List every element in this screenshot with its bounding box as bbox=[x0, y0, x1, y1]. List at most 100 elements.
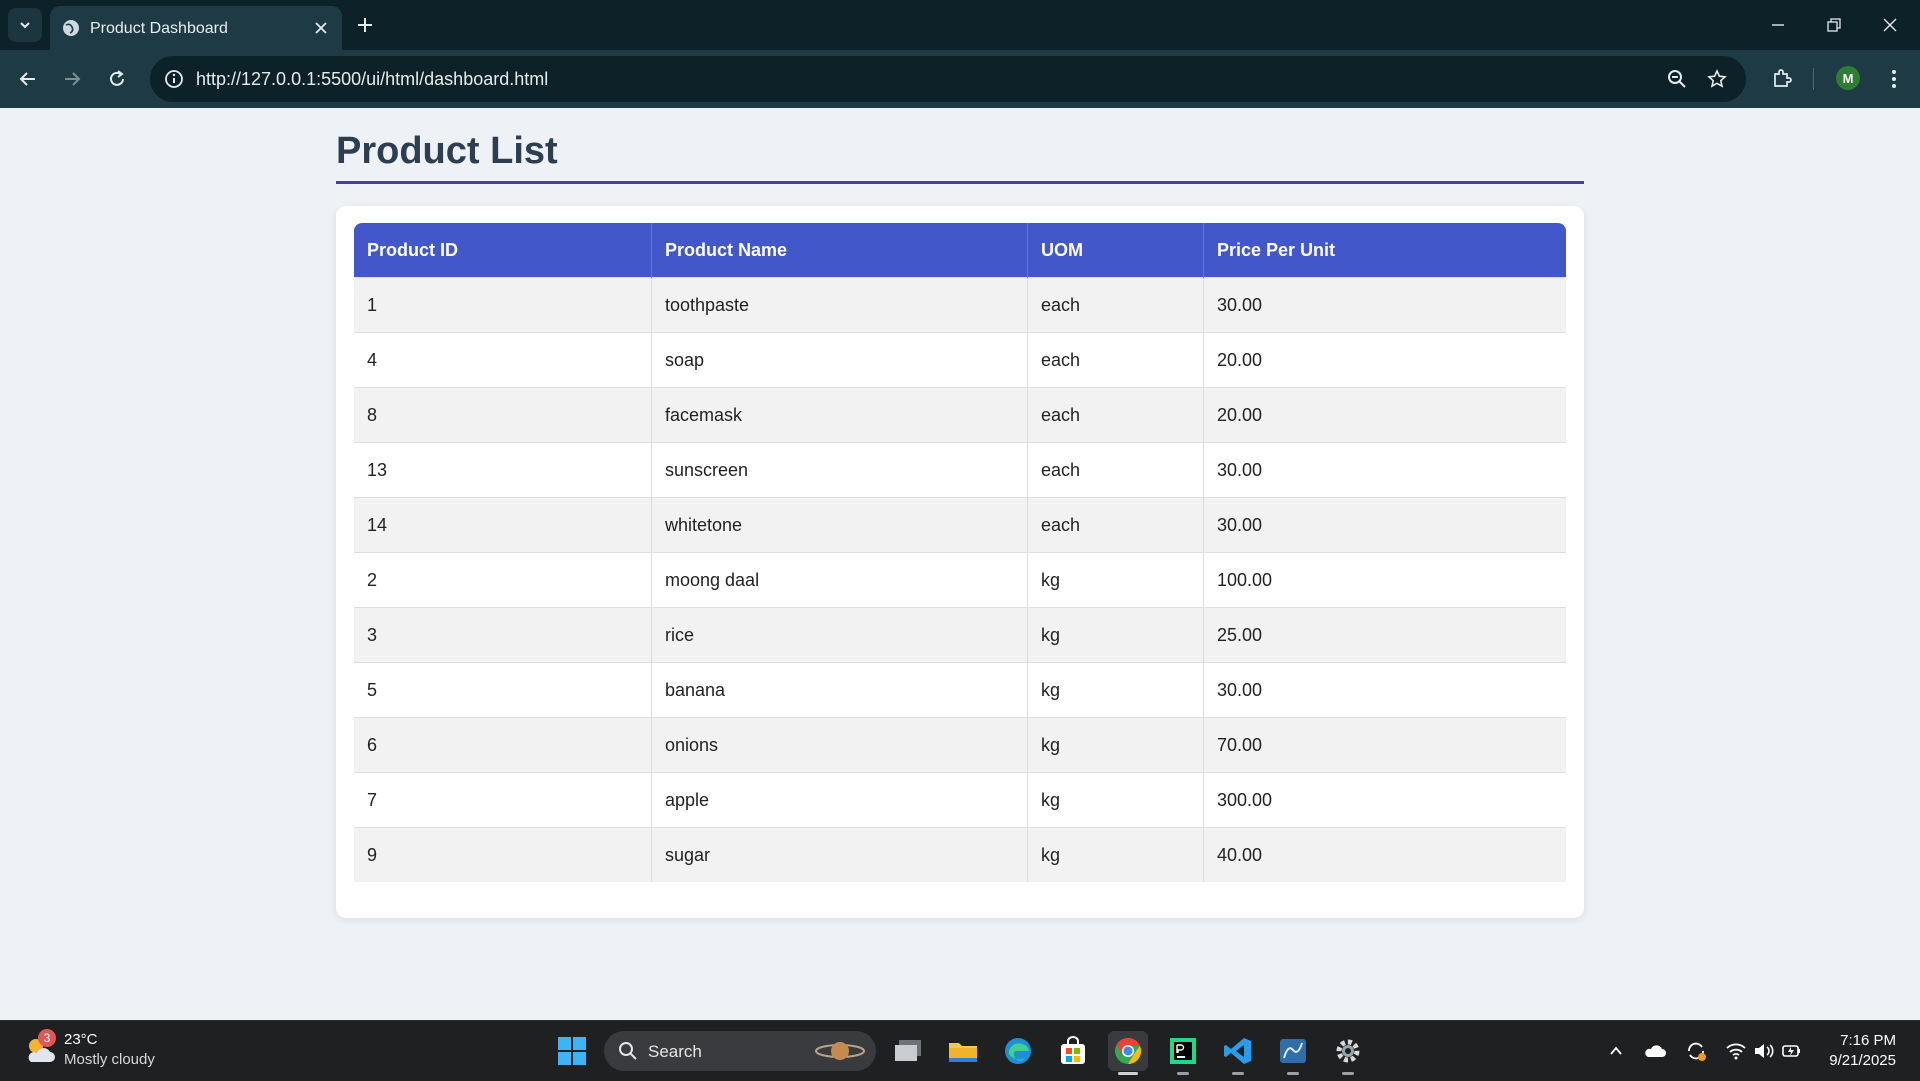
profile-avatar[interactable]: M bbox=[1836, 66, 1860, 90]
tab-title: Product Dashboard bbox=[90, 20, 228, 37]
table-row: 13 sunscreen each 30.00 bbox=[354, 442, 1566, 498]
cell-product-id: 4 bbox=[354, 332, 652, 388]
sync-icon bbox=[1688, 1042, 1706, 1061]
close-window-button[interactable] bbox=[1872, 10, 1908, 40]
browser-toolbar: http://127.0.0.1:5500/ui/html/dashboard.… bbox=[0, 50, 1920, 108]
table-row: 1 toothpaste each 30.00 bbox=[354, 277, 1566, 333]
cell-product-id: 3 bbox=[354, 607, 652, 663]
start-button[interactable] bbox=[552, 1031, 592, 1071]
pycharm-icon bbox=[1170, 1038, 1196, 1064]
saturn-icon bbox=[815, 1042, 865, 1060]
weather-temperature: 23°C bbox=[64, 1031, 98, 1048]
forward-button[interactable] bbox=[56, 63, 88, 95]
restore-icon bbox=[1827, 18, 1841, 32]
back-button[interactable] bbox=[12, 63, 44, 95]
browser-tab-bar: Product Dashboard bbox=[0, 0, 1920, 50]
pycharm-button[interactable] bbox=[1163, 1031, 1203, 1075]
onedrive-button[interactable] bbox=[1643, 1039, 1667, 1063]
tab-close-button[interactable] bbox=[310, 17, 332, 39]
taskbar-search[interactable]: Search bbox=[604, 1031, 876, 1071]
minimize-button[interactable] bbox=[1760, 10, 1796, 40]
new-tab-button[interactable] bbox=[352, 12, 378, 38]
table-row: 8 facemask each 20.00 bbox=[354, 387, 1566, 443]
task-view-button[interactable] bbox=[888, 1031, 928, 1071]
browser-tab[interactable]: Product Dashboard bbox=[50, 6, 342, 50]
plus-icon bbox=[358, 18, 372, 32]
running-indicator bbox=[1342, 1072, 1354, 1075]
taskbar: 3 23°C Mostly cloudy Search 7:16 PM 9/21… bbox=[0, 1020, 1920, 1081]
cell-product-name: rice bbox=[651, 607, 1028, 663]
restore-button[interactable] bbox=[1816, 10, 1852, 40]
cell-price: 40.00 bbox=[1203, 827, 1566, 882]
table-row: 6 onions kg 70.00 bbox=[354, 717, 1566, 773]
globe-icon bbox=[63, 20, 79, 36]
cell-product-name: sugar bbox=[651, 827, 1028, 882]
running-indicator bbox=[1177, 1072, 1189, 1075]
url-text[interactable]: http://127.0.0.1:5500/ui/html/dashboard.… bbox=[196, 69, 548, 90]
volume-button[interactable] bbox=[1752, 1039, 1776, 1063]
close-icon bbox=[315, 22, 327, 34]
cell-price: 300.00 bbox=[1203, 772, 1566, 828]
weather-description: Mostly cloudy bbox=[64, 1051, 155, 1068]
table-row: 5 banana kg 30.00 bbox=[354, 662, 1566, 718]
cell-product-name: soap bbox=[651, 332, 1028, 388]
edge-button[interactable] bbox=[998, 1031, 1038, 1071]
menu-button[interactable] bbox=[1880, 65, 1908, 93]
toolbar-divider bbox=[1813, 68, 1814, 90]
show-hidden-icons-button[interactable] bbox=[1604, 1039, 1628, 1063]
table-row: 2 moong daal kg 100.00 bbox=[354, 552, 1566, 608]
clock-time: 7:16 PM bbox=[1840, 1032, 1896, 1049]
gear-icon bbox=[1336, 1039, 1360, 1063]
cell-uom: each bbox=[1027, 497, 1204, 553]
table-row: 3 rice kg 25.00 bbox=[354, 607, 1566, 663]
puzzle-icon bbox=[1774, 69, 1792, 87]
running-indicator bbox=[1287, 1072, 1299, 1075]
cell-product-name: onions bbox=[651, 717, 1028, 773]
address-bar[interactable]: http://127.0.0.1:5500/ui/html/dashboard.… bbox=[150, 56, 1746, 102]
vscode-button[interactable] bbox=[1218, 1031, 1258, 1075]
cell-uom: kg bbox=[1027, 827, 1204, 882]
page-content: Product List Product ID Product Name UOM… bbox=[0, 108, 1920, 1020]
running-indicator bbox=[1118, 1072, 1138, 1075]
star-icon bbox=[1707, 69, 1727, 88]
reload-icon bbox=[110, 70, 124, 86]
file-explorer-button[interactable] bbox=[943, 1031, 983, 1071]
chevron-up-icon bbox=[1610, 1046, 1622, 1055]
bookmark-button[interactable] bbox=[1705, 67, 1729, 91]
product-table: Product ID Product Name UOM Price Per Un… bbox=[354, 223, 1566, 882]
store-button[interactable] bbox=[1053, 1031, 1093, 1071]
cell-product-id: 9 bbox=[354, 827, 652, 882]
weather-alert-badge: 3 bbox=[38, 1029, 56, 1047]
more-vertical-icon bbox=[1892, 70, 1896, 88]
cell-product-name: toothpaste bbox=[651, 277, 1028, 333]
chevron-down-icon bbox=[20, 22, 30, 29]
wifi-button[interactable] bbox=[1724, 1039, 1748, 1063]
cell-price: 30.00 bbox=[1203, 442, 1566, 498]
chrome-button[interactable] bbox=[1108, 1031, 1148, 1075]
zoom-out-icon bbox=[1668, 70, 1686, 88]
column-header-uom: UOM bbox=[1027, 223, 1204, 278]
search-label: Search bbox=[648, 1042, 702, 1061]
cloud-icon bbox=[1645, 1045, 1666, 1057]
tab-search-button[interactable] bbox=[8, 8, 42, 42]
volume-icon bbox=[1755, 1044, 1774, 1058]
table-row: 14 whitetone each 30.00 bbox=[354, 497, 1566, 553]
sql-tool-button[interactable] bbox=[1273, 1031, 1313, 1075]
task-view-icon bbox=[895, 1040, 921, 1061]
vscode-icon bbox=[1224, 1038, 1251, 1064]
table-header-row: Product ID Product Name UOM Price Per Un… bbox=[354, 223, 1566, 278]
cell-price: 30.00 bbox=[1203, 662, 1566, 718]
windows-logo-icon bbox=[558, 1037, 586, 1065]
cell-product-id: 6 bbox=[354, 717, 652, 773]
battery-button[interactable] bbox=[1780, 1039, 1804, 1063]
zoom-button[interactable] bbox=[1665, 67, 1689, 91]
folder-icon bbox=[949, 1043, 977, 1062]
sync-status-button[interactable] bbox=[1684, 1039, 1708, 1063]
site-info-button[interactable] bbox=[162, 67, 186, 91]
reload-button[interactable] bbox=[101, 63, 133, 95]
extensions-button[interactable] bbox=[1768, 65, 1796, 93]
cell-uom: kg bbox=[1027, 552, 1204, 608]
cell-product-name: facemask bbox=[651, 387, 1028, 443]
settings-button[interactable] bbox=[1328, 1031, 1368, 1075]
clock-date: 9/21/2025 bbox=[1829, 1052, 1896, 1069]
